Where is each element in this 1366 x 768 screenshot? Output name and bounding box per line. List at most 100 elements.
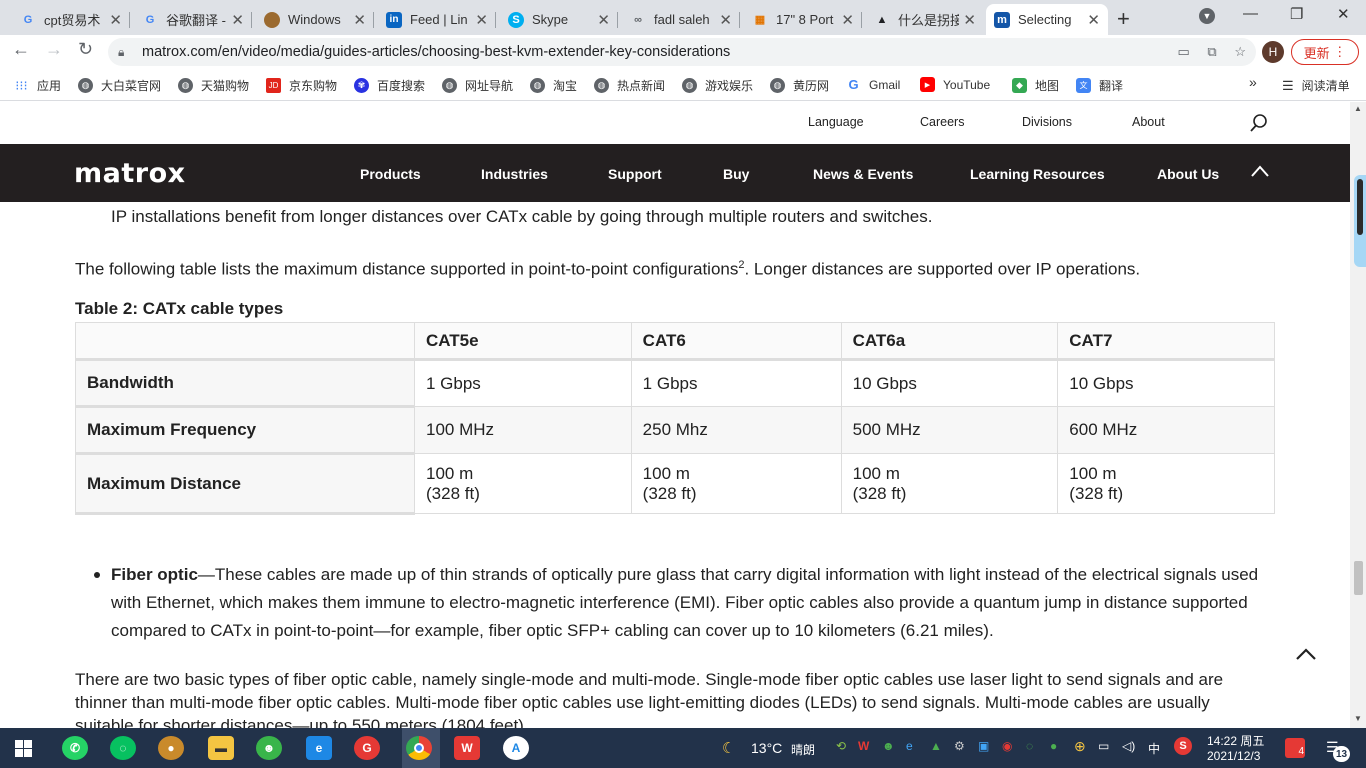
browser-tab-3[interactable]: in Feed | Lin ✕: [378, 4, 496, 35]
wps-office-icon[interactable]: W: [454, 736, 480, 760]
bookmark-item[interactable]: 文翻译: [1076, 77, 1123, 94]
close-tab-icon[interactable]: ✕: [1087, 11, 1100, 29]
nav-products[interactable]: Products: [360, 166, 421, 182]
browser-tab-6[interactable]: ▦ 17" 8 Port ✕: [744, 4, 862, 35]
scroll-up-arrow-icon[interactable]: ▲: [1354, 104, 1362, 113]
red-app-icon[interactable]: G: [354, 736, 380, 760]
back-to-top-icon[interactable]: [1295, 647, 1317, 661]
utility-link-language[interactable]: Language: [808, 115, 864, 129]
tray-app-icon[interactable]: ⟲: [836, 739, 846, 753]
bookmark-item[interactable]: ◍ 黄历网: [770, 77, 829, 94]
red-tray-icon[interactable]: ◉: [1002, 739, 1012, 753]
new-tab-button[interactable]: +: [1117, 6, 1130, 32]
close-window-icon[interactable]: ✕: [1337, 5, 1350, 23]
nav-industries[interactable]: Industries: [481, 166, 548, 182]
bookmark-item[interactable]: ◍ 天猫购物: [178, 77, 249, 94]
bookmark-item[interactable]: ◍ 游戏娱乐: [682, 77, 753, 94]
url-text[interactable]: matrox.com/en/video/media/guides-article…: [142, 44, 730, 60]
bookmark-item[interactable]: ▶ YouTube: [920, 77, 990, 92]
clock-time[interactable]: 14:22 周五: [1207, 732, 1264, 749]
android-tray-icon[interactable]: ☻: [882, 739, 895, 753]
browser-tab-active[interactable]: m Selecting ✕: [986, 4, 1108, 35]
bookmark-item[interactable]: ✾ 百度搜索: [354, 77, 425, 94]
chrome-icon[interactable]: [406, 736, 432, 760]
close-tab-icon[interactable]: ✕: [963, 11, 976, 29]
close-tab-icon[interactable]: ✕: [109, 11, 122, 29]
wechat-icon[interactable]: ◌: [110, 736, 136, 760]
restore-icon[interactable]: ❐: [1290, 5, 1303, 23]
temperature-text[interactable]: 13°C: [751, 740, 782, 756]
nav-support[interactable]: Support: [608, 166, 662, 182]
whatsapp-icon[interactable]: ✆: [62, 736, 88, 760]
search-icon[interactable]: [1250, 114, 1268, 132]
volume-icon[interactable]: ◁): [1122, 739, 1135, 753]
reading-list-button[interactable]: ☰ 阅读清单: [1282, 77, 1350, 94]
bookmark-item[interactable]: ◍ 淘宝: [530, 77, 577, 94]
network-icon[interactable]: ▭: [1098, 739, 1109, 753]
wps-tray-icon[interactable]: W: [858, 739, 869, 753]
android-app-icon[interactable]: ☻: [256, 736, 282, 760]
bookmark-item[interactable]: ◆ 地图: [1012, 77, 1059, 94]
bookmark-item[interactable]: ◍ 大白菜官网: [78, 77, 161, 94]
minimize-icon[interactable]: —: [1243, 5, 1258, 22]
utility-link-divisions[interactable]: Divisions: [1022, 115, 1072, 129]
browser-tab-2[interactable]: Windows ✕: [256, 4, 374, 35]
close-tab-icon[interactable]: ✕: [231, 11, 244, 29]
bookmark-item[interactable]: G Gmail: [846, 77, 900, 92]
forward-arrow-icon[interactable]: →: [45, 39, 63, 60]
bookmark-item[interactable]: JD 京东购物: [266, 77, 337, 94]
utility-link-careers[interactable]: Careers: [920, 115, 964, 129]
bookmark-star-icon[interactable]: ☆: [1234, 44, 1246, 59]
cast-icon[interactable]: ▭: [1178, 44, 1190, 59]
reload-icon[interactable]: ↻: [78, 39, 93, 60]
browser-tray-icon[interactable]: e: [906, 739, 913, 753]
plus-tray-icon[interactable]: ⊕: [1074, 738, 1086, 755]
weather-text[interactable]: 晴朗: [791, 741, 815, 758]
bookmark-item[interactable]: ◍ 热点新闻: [594, 77, 665, 94]
sync-tray-icon[interactable]: ▣: [978, 739, 989, 753]
close-tab-icon[interactable]: ✕: [597, 11, 610, 29]
mail-tray-icon[interactable]: 4: [1285, 738, 1305, 758]
scroll-down-arrow-icon[interactable]: ▼: [1354, 714, 1362, 723]
nav-learning-resources[interactable]: Learning Resources: [970, 166, 1105, 182]
browser-app-icon[interactable]: e: [306, 736, 332, 760]
browser-tab-4[interactable]: S Skype ✕: [500, 4, 618, 35]
sogou-ime-icon[interactable]: S: [1174, 737, 1192, 755]
nav-about-us[interactable]: About Us: [1157, 166, 1219, 182]
app-a-icon[interactable]: A: [503, 736, 529, 760]
matrox-logo[interactable]: matrox: [74, 158, 186, 189]
nav-buy[interactable]: Buy: [723, 166, 749, 182]
browser-tab-0[interactable]: G cpt贸易术 ✕: [12, 4, 130, 35]
utility-link-about[interactable]: About: [1132, 115, 1165, 129]
browser-tab-5[interactable]: ∞ fadl saleh ✕: [622, 4, 740, 35]
profile-avatar[interactable]: H: [1262, 41, 1284, 63]
bookmarks-overflow-icon[interactable]: »: [1249, 74, 1257, 90]
windows-start-icon[interactable]: [15, 740, 32, 757]
bookmark-apps[interactable]: ⁝⁝⁝ 应用: [14, 77, 61, 94]
tab-search-icon[interactable]: ▼: [1199, 8, 1215, 24]
acorn-app-icon[interactable]: ●: [158, 736, 184, 760]
update-button[interactable]: 更新 ⋮: [1291, 39, 1359, 65]
close-tab-icon[interactable]: ✕: [719, 11, 732, 29]
clock-date[interactable]: 2021/12/3: [1207, 749, 1260, 763]
translate-page-icon[interactable]: ⧉: [1207, 44, 1216, 59]
weather-moon-icon[interactable]: ☾: [722, 739, 735, 757]
address-bar[interactable]: 🔒︎ matrox.com/en/video/media/guides-arti…: [108, 38, 1256, 66]
browser-tab-7[interactable]: ▲ 什么是拐接 ✕: [866, 4, 984, 35]
a-tray-icon[interactable]: ▲: [930, 739, 942, 753]
scrollbar-thumb[interactable]: [1354, 561, 1363, 595]
back-arrow-icon[interactable]: ←: [12, 39, 30, 60]
nav-news-events[interactable]: News & Events: [813, 166, 913, 182]
close-tab-icon[interactable]: ✕: [353, 11, 366, 29]
side-extension-widget[interactable]: [1354, 175, 1366, 267]
green-tray-icon[interactable]: ●: [1050, 739, 1057, 753]
close-tab-icon[interactable]: ✕: [841, 11, 854, 29]
file-explorer-icon[interactable]: ▬: [208, 736, 234, 760]
bookmark-item[interactable]: ◍ 网址导航: [442, 77, 513, 94]
close-tab-icon[interactable]: ✕: [475, 11, 488, 29]
gear-tray-icon[interactable]: ⚙: [954, 739, 965, 753]
wechat-tray-icon[interactable]: ◌: [1026, 739, 1033, 753]
browser-tab-1[interactable]: G 谷歌翻译 - ✕: [134, 4, 252, 35]
ime-indicator[interactable]: 中: [1148, 740, 1160, 757]
chevron-up-icon[interactable]: [1250, 164, 1270, 178]
